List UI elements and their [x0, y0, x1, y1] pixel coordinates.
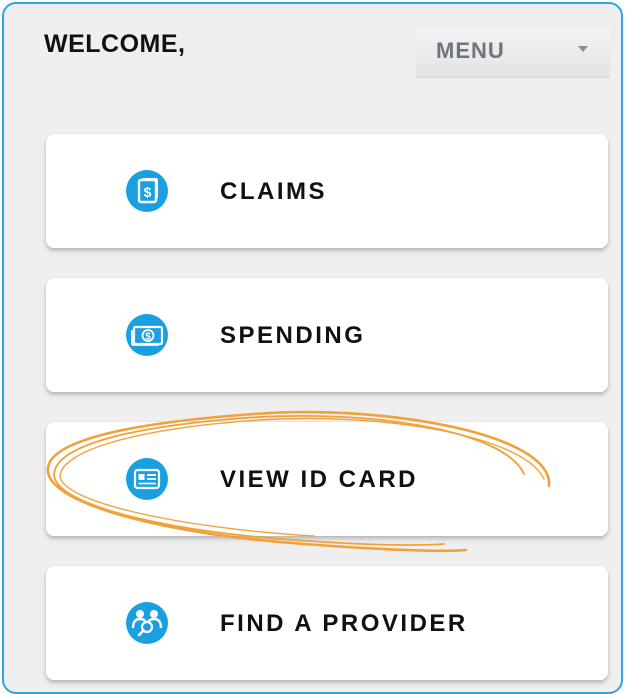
welcome-heading: WELCOME, [44, 30, 186, 58]
app-screen: WELCOME, MENU $ CLAIMS $ SPENDING VIEW I… [2, 2, 623, 694]
view-id-card-button[interactable]: VIEW ID CARD [46, 422, 608, 536]
view-id-card-label: VIEW ID CARD [220, 466, 418, 493]
spending-button[interactable]: $ SPENDING [46, 278, 608, 392]
svg-text:$: $ [145, 332, 151, 343]
provider-search-icon [126, 602, 168, 644]
find-a-provider-label: FIND A PROVIDER [220, 610, 468, 637]
id-card-icon [126, 458, 168, 500]
spending-label: SPENDING [220, 322, 366, 349]
claims-button[interactable]: $ CLAIMS [46, 134, 608, 248]
claims-label: CLAIMS [220, 178, 327, 205]
find-a-provider-button[interactable]: FIND A PROVIDER [46, 566, 608, 680]
claims-dollar-document-icon: $ [126, 170, 168, 212]
svg-text:$: $ [144, 184, 152, 200]
menu-dropdown[interactable]: MENU [416, 28, 610, 78]
banknote-icon: $ [126, 314, 168, 356]
menu-label: MENU [436, 38, 505, 63]
caret-down-icon [578, 46, 588, 52]
